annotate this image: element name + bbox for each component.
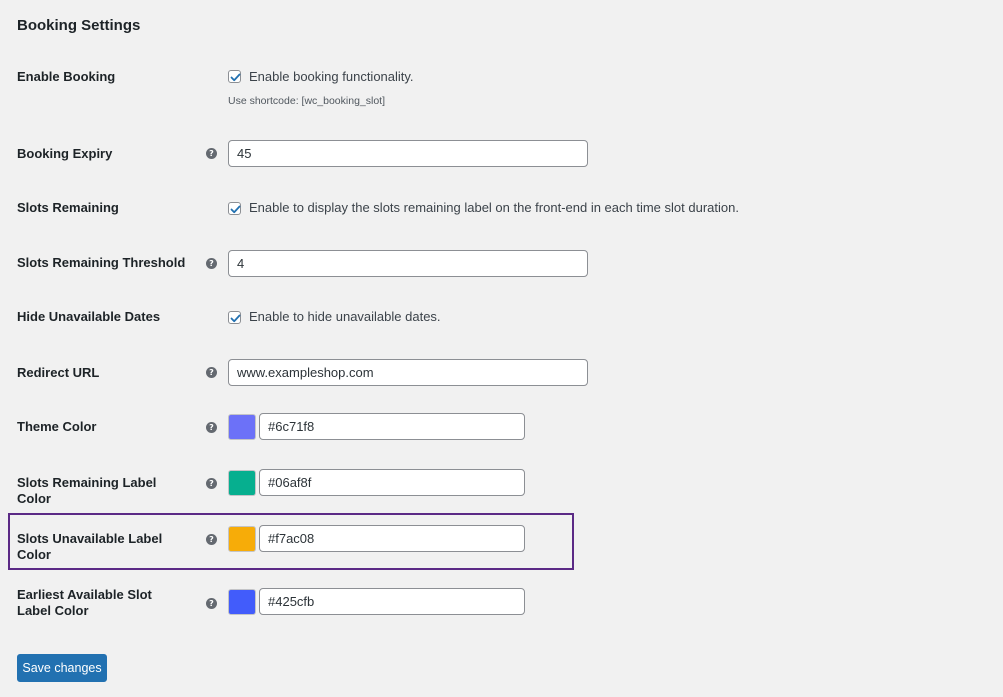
enable-booking-checkbox-text: Enable booking functionality. xyxy=(249,69,414,84)
enable-booking-description: Use shortcode: [wc_booking_slot] xyxy=(228,95,386,107)
hide-unavailable-dates-checkbox-text: Enable to hide unavailable dates. xyxy=(249,309,441,324)
earliest-available-slot-label-color-label: Earliest Available Slot Label Color xyxy=(17,587,152,618)
enable-booking-label: Enable Booking xyxy=(17,69,116,84)
page-title: Booking Settings xyxy=(17,17,141,34)
theme-color-swatch[interactable] xyxy=(228,414,256,440)
question-circle-icon[interactable]: ? xyxy=(206,534,217,545)
enable-booking-checkbox[interactable] xyxy=(228,70,241,83)
earliest-available-slot-label-color-input[interactable]: #425cfb xyxy=(259,588,525,615)
redirect-url-input[interactable]: www.exampleshop.com xyxy=(228,359,588,386)
earliest-available-slot-label-color-swatch[interactable] xyxy=(228,589,256,615)
slots-remaining-label-color-swatch[interactable] xyxy=(228,470,256,496)
slots-remaining-threshold-input[interactable]: 4 xyxy=(228,250,588,277)
slots-remaining-checkbox-text: Enable to display the slots remaining la… xyxy=(249,200,739,215)
save-changes-button[interactable]: Save changes xyxy=(17,654,107,682)
booking-expiry-label: Booking Expiry xyxy=(17,146,113,161)
slots-unavailable-label-color-label: Slots Unavailable Label Color xyxy=(17,531,163,562)
slots-remaining-checkbox[interactable] xyxy=(228,202,241,215)
slots-unavailable-label-color-input[interactable]: #f7ac08 xyxy=(259,525,525,552)
question-circle-icon[interactable]: ? xyxy=(206,478,217,489)
booking-settings-page: Booking Settings Enable Booking Enable b… xyxy=(0,0,1003,697)
redirect-url-label: Redirect URL xyxy=(17,365,100,380)
hide-unavailable-dates-label: Hide Unavailable Dates xyxy=(17,309,161,324)
theme-color-label: Theme Color xyxy=(17,419,97,434)
slots-remaining-label-color-label: Slots Remaining Label Color xyxy=(17,475,157,506)
slots-remaining-label-color-input[interactable]: #06af8f xyxy=(259,469,525,496)
slots-unavailable-label-color-swatch[interactable] xyxy=(228,526,256,552)
slots-remaining-label: Slots Remaining xyxy=(17,200,119,215)
checkmark-icon xyxy=(230,314,241,323)
theme-color-input[interactable]: #6c71f8 xyxy=(259,413,525,440)
checkmark-icon xyxy=(230,73,241,82)
question-circle-icon[interactable]: ? xyxy=(206,598,217,609)
question-circle-icon[interactable]: ? xyxy=(206,422,217,433)
question-circle-icon[interactable]: ? xyxy=(206,258,217,269)
slots-remaining-threshold-label: Slots Remaining Threshold xyxy=(17,255,186,270)
checkmark-icon xyxy=(230,205,241,214)
booking-expiry-input[interactable]: 45 xyxy=(228,140,588,167)
question-circle-icon[interactable]: ? xyxy=(206,367,217,378)
question-circle-icon[interactable]: ? xyxy=(206,148,217,159)
hide-unavailable-dates-checkbox[interactable] xyxy=(228,311,241,324)
